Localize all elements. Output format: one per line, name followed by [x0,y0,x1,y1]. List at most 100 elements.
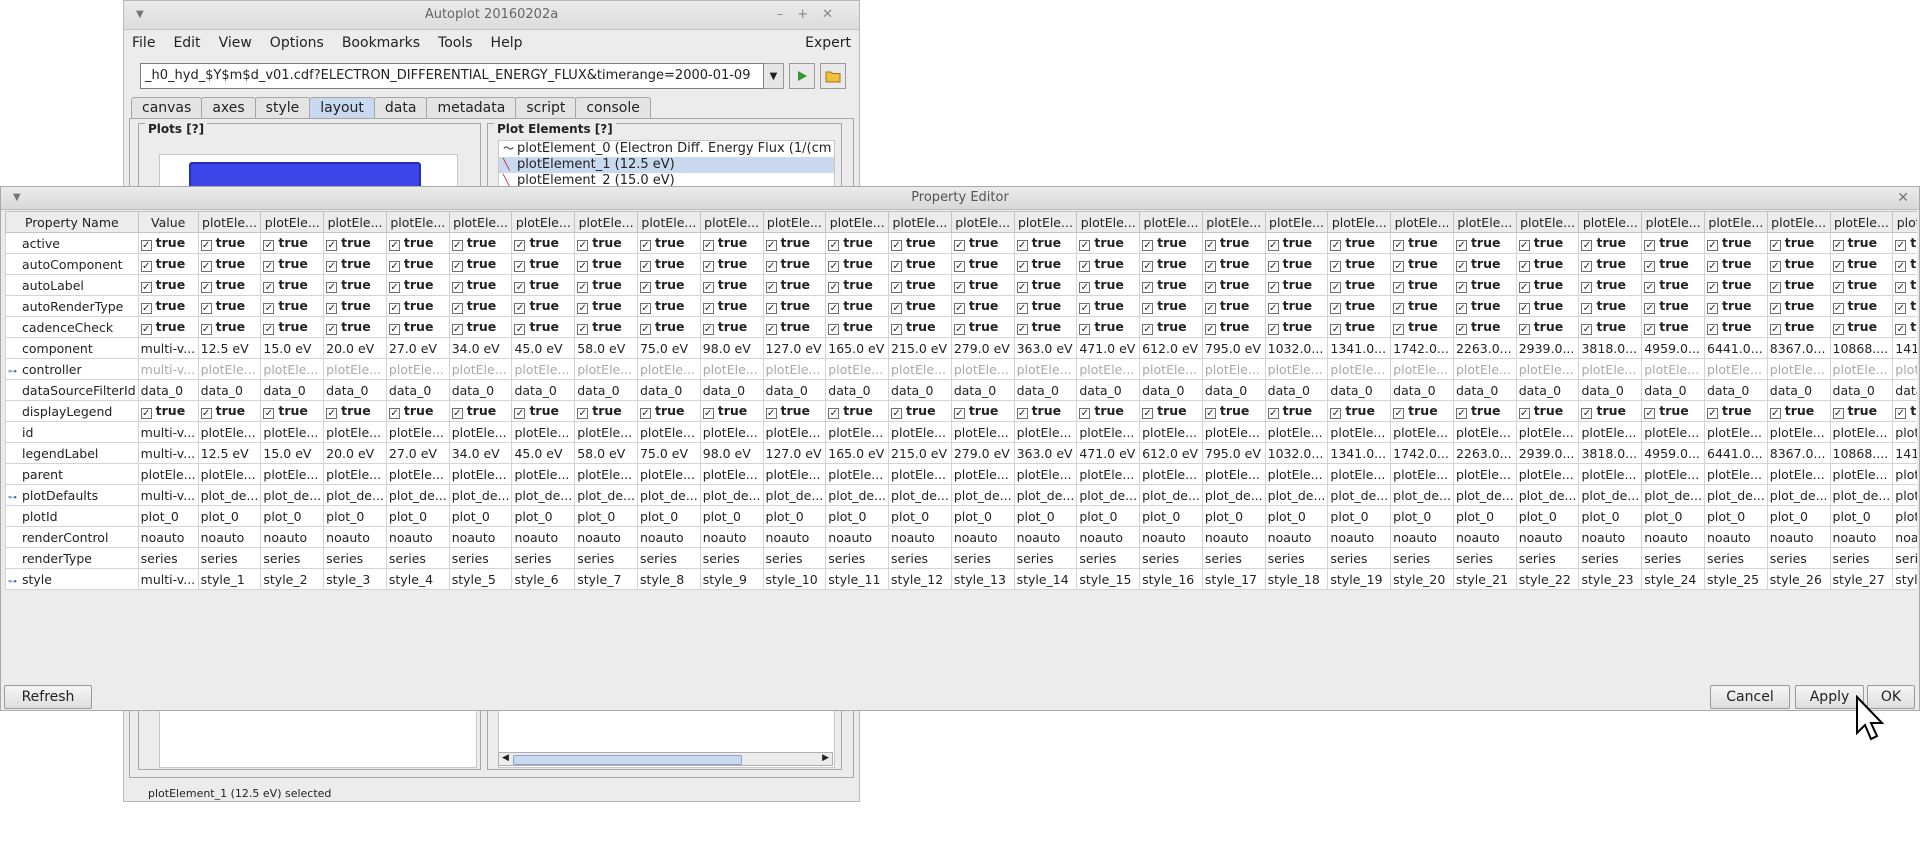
checkbox[interactable]: ✓ [577,282,589,293]
element-value-cell[interactable]: ✓true [1327,274,1392,296]
element-value-cell[interactable]: data_0 [1390,379,1454,401]
checkbox[interactable]: ✓ [326,282,338,293]
element-value-cell[interactable]: ✓true [1013,274,1078,296]
element-value-cell[interactable]: plotEle... [1327,463,1392,485]
property-name-cell[interactable]: legendLabel [5,442,139,464]
checkbox[interactable]: ✓ [953,240,965,251]
element-value-cell[interactable]: ✓true [825,253,890,275]
element-value-cell[interactable]: ✓true [699,274,764,296]
column-header[interactable]: plotEle... [323,211,387,233]
column-header[interactable]: plotEle... [1139,211,1203,233]
checkbox[interactable]: ✓ [577,324,589,335]
element-value-cell[interactable]: ✓true [385,232,450,254]
property-name-cell[interactable]: ⊶ controller [5,358,139,380]
element-value-cell[interactable]: noauto [825,526,890,548]
element-value-cell[interactable]: ✓true [888,400,952,422]
checkbox[interactable]: ✓ [326,261,338,272]
element-value-cell[interactable]: style_24 [1641,568,1705,590]
checkbox[interactable]: ✓ [200,261,212,272]
element-value-cell[interactable]: 471.0 eV [1076,337,1141,359]
checkbox[interactable]: ✓ [1518,324,1530,335]
element-value-cell[interactable]: 4959.0... [1641,442,1705,464]
element-value-cell[interactable]: data_0 [1264,379,1329,401]
element-value-cell[interactable]: ✓true [825,316,890,338]
checkbox[interactable]: ✓ [388,261,400,272]
element-value-cell[interactable]: plotEle... [1641,358,1705,380]
element-value-cell[interactable]: plot_de... [260,484,325,506]
element-value-cell[interactable]: 27.0 eV [385,442,450,464]
element-value-cell[interactable]: 1032.0... [1264,442,1329,464]
element-value-cell[interactable]: ✓true [1892,274,1917,296]
element-value-cell[interactable]: ✓true [260,295,325,317]
element-value-cell[interactable]: series [1327,547,1392,569]
checkbox[interactable]: ✓ [891,282,903,293]
element-value-cell[interactable]: plotEle... [448,358,513,380]
element-value-cell[interactable]: 165.0 eV [825,337,890,359]
element-value-cell[interactable]: ✓true [1704,274,1768,296]
checkbox[interactable]: ✓ [702,408,714,419]
element-value-cell[interactable]: 2263.0... [1452,337,1517,359]
element-value-cell[interactable]: ✓true [1892,232,1917,254]
element-value-cell[interactable]: 2939.0... [1515,442,1580,464]
element-value-cell[interactable]: ✓true [1201,232,1266,254]
element-value-cell[interactable]: 363.0 eV [1013,337,1078,359]
element-value-cell[interactable]: ✓true [1390,232,1454,254]
element-value-cell[interactable]: plotEle... [1829,421,1894,443]
element-value-cell[interactable]: noauto [1766,526,1831,548]
element-value-cell[interactable]: series [1139,547,1203,569]
menu-view[interactable]: View [219,35,252,51]
element-value-cell[interactable]: ✓true [1327,232,1392,254]
element-value-cell[interactable]: 98.0 eV [699,442,764,464]
checkbox[interactable]: ✓ [1393,408,1405,419]
element-value-cell[interactable]: data_0 [385,379,450,401]
open-file-button[interactable] [820,63,846,89]
checkbox[interactable]: ✓ [639,282,651,293]
element-value-cell[interactable]: ✓true [197,316,262,338]
element-value-cell[interactable]: ✓true [260,316,325,338]
checkbox[interactable]: ✓ [1769,303,1781,314]
element-value-cell[interactable]: plot_de... [1076,484,1141,506]
element-value-cell[interactable]: data_0 [1578,379,1643,401]
element-value-cell[interactable]: ✓true [699,295,764,317]
element-value-cell[interactable]: ✓true [1515,232,1580,254]
checkbox[interactable]: ✓ [263,324,275,335]
checkbox[interactable]: ✓ [1079,282,1091,293]
element-value-cell[interactable]: ✓true [448,274,513,296]
element-value-cell[interactable]: 10868.... [1829,442,1894,464]
menu-options[interactable]: Options [270,35,324,51]
element-value-cell[interactable]: plot_de... [636,484,701,506]
element-value-cell[interactable]: ✓true [1264,316,1329,338]
element-value-cell[interactable]: ✓true [1452,253,1517,275]
column-header[interactable]: Property Name [5,211,139,233]
checkbox[interactable]: ✓ [1707,324,1718,335]
element-value-cell[interactable]: plot_de... [1390,484,1454,506]
column-header[interactable]: plotEle... [1264,211,1329,233]
element-value-cell[interactable]: plotEle... [1264,463,1329,485]
element-value-cell[interactable]: plotEle... [825,421,890,443]
column-header[interactable]: plotEle... [1578,211,1643,233]
element-value-cell[interactable]: plot_de... [1766,484,1831,506]
list-item[interactable]: ╲ plotElement_1 (12.5 eV) [499,157,834,173]
element-value-cell[interactable]: ✓true [636,253,701,275]
checkbox[interactable]: ✓ [388,282,400,293]
checkbox[interactable]: ✓ [1644,261,1656,272]
checkbox[interactable]: ✓ [1895,303,1907,314]
element-value-cell[interactable]: ✓true [574,400,638,422]
checkbox[interactable]: ✓ [1079,324,1091,335]
property-name-cell[interactable]: ⊶ style [5,568,139,590]
element-value-cell[interactable]: ✓true [825,274,890,296]
element-value-cell[interactable]: series [1452,547,1517,569]
property-value-cell[interactable]: plotEle... [137,463,199,485]
element-value-cell[interactable]: style_15 [1076,568,1141,590]
element-value-cell[interactable]: ✓true [636,274,701,296]
column-header[interactable]: plotEle... [1704,211,1768,233]
element-value-cell[interactable]: noauto [197,526,262,548]
element-value-cell[interactable]: 75.0 eV [636,442,701,464]
element-value-cell[interactable]: ✓true [1766,316,1831,338]
element-value-cell[interactable]: series [1390,547,1454,569]
element-value-cell[interactable]: series [1264,547,1329,569]
checkbox[interactable]: ✓ [326,324,338,335]
element-value-cell[interactable]: ✓true [1139,232,1203,254]
element-value-cell[interactable]: series [1892,547,1917,569]
property-value-cell[interactable]: multi-v... [137,358,199,380]
